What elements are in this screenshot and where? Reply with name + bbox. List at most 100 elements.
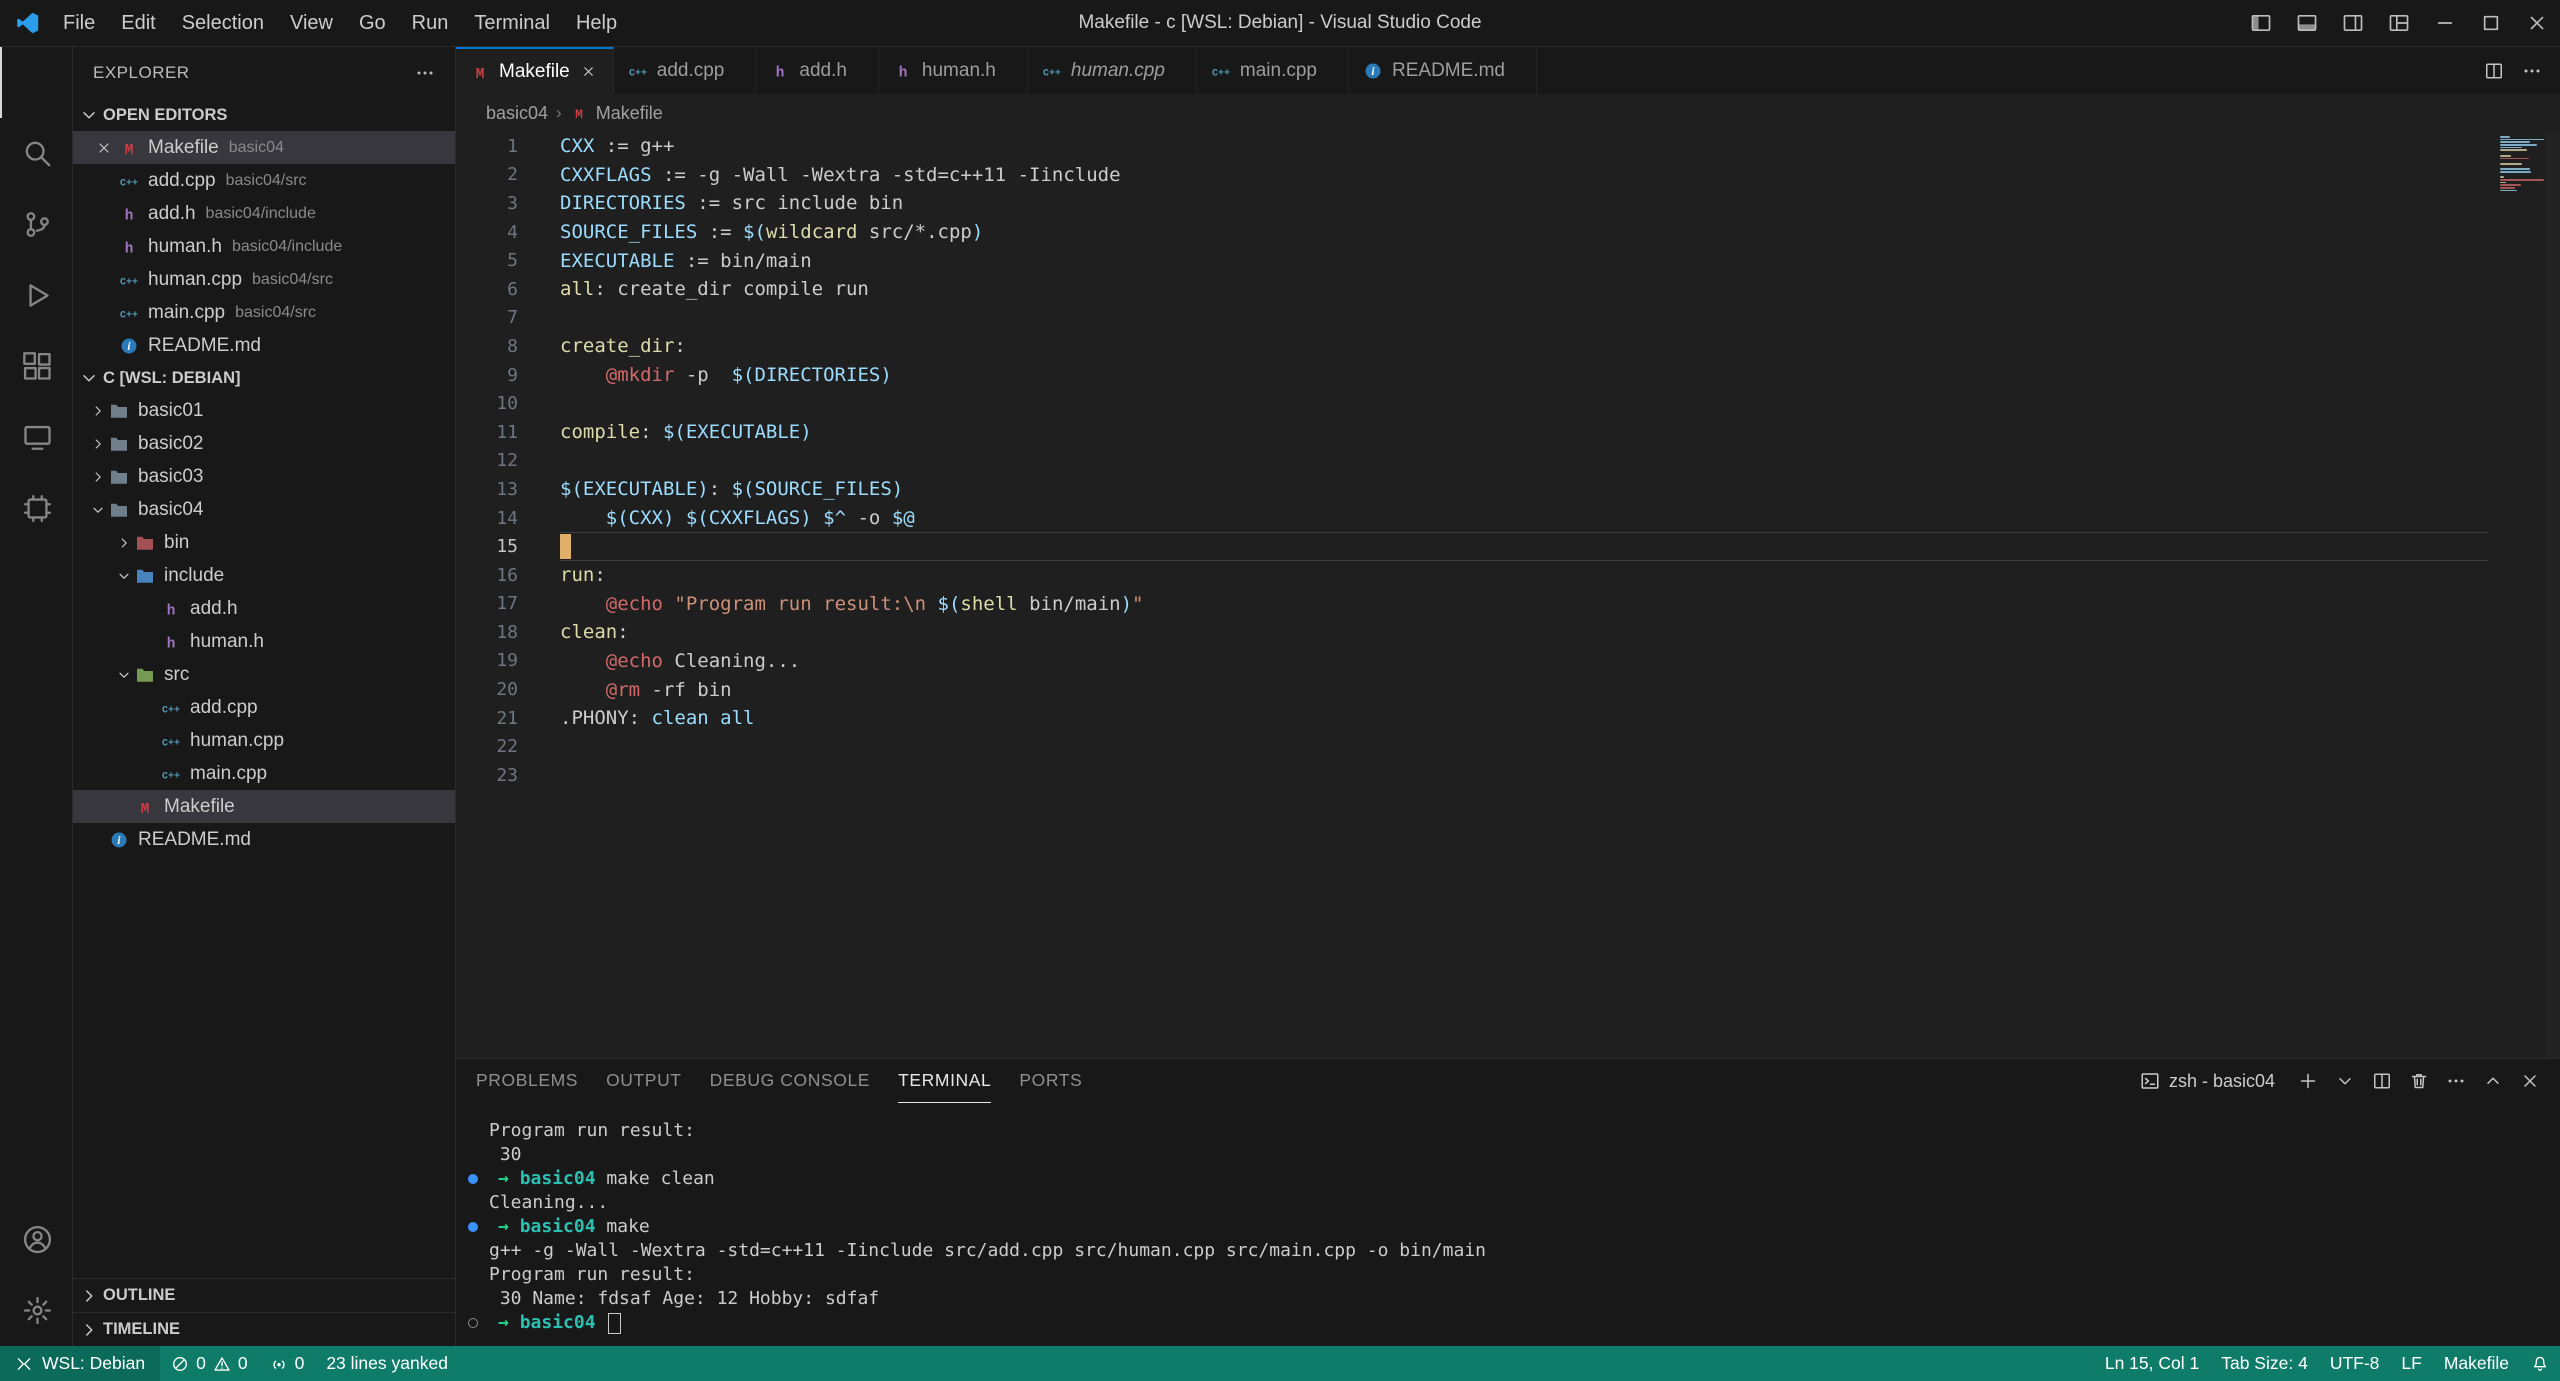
code-line-8[interactable]: 8create_dir:: [456, 332, 2560, 361]
command-decoration-icon[interactable]: [468, 1174, 478, 1184]
tab-add.cpp[interactable]: C++add.cpp: [614, 47, 757, 94]
split-editor-icon[interactable]: [2484, 61, 2504, 81]
tree-item-main.cpp[interactable]: C++main.cpp: [73, 757, 455, 790]
panel-tab-terminal[interactable]: TERMINAL: [898, 1059, 991, 1103]
menu-run[interactable]: Run: [399, 0, 462, 46]
customize-layout-button[interactable]: [2376, 0, 2422, 46]
close-tab-button[interactable]: [579, 62, 599, 82]
tab-add.h[interactable]: hadd.h: [756, 47, 879, 94]
menu-help[interactable]: Help: [563, 0, 630, 46]
status-language-mode[interactable]: Makefile: [2433, 1346, 2520, 1381]
breadcrumb-item[interactable]: Makefile: [596, 103, 663, 124]
activity-remote-explorer[interactable]: [0, 402, 72, 473]
tree-item-readme.md[interactable]: iREADME.md: [73, 823, 455, 856]
code-line-4[interactable]: 4SOURCE_FILES := $(wildcard src/*.cpp): [456, 218, 2560, 247]
open-editor-item[interactable]: iREADME.md: [73, 329, 455, 362]
open-editor-item[interactable]: MMakefilebasic04: [73, 131, 455, 164]
activity-search[interactable]: [0, 118, 72, 189]
open-editor-item[interactable]: C++add.cppbasic04/src: [73, 164, 455, 197]
launch-profile-button[interactable]: [2335, 1071, 2355, 1091]
activity-accounts[interactable]: [0, 1204, 72, 1275]
activity-extensions[interactable]: [0, 331, 72, 402]
open-editor-item[interactable]: hadd.hbasic04/include: [73, 197, 455, 230]
tab-readme.md[interactable]: iREADME.md: [1349, 47, 1537, 94]
tree-item-src[interactable]: src: [73, 658, 455, 691]
code-line-5[interactable]: 5EXECUTABLE := bin/main: [456, 246, 2560, 275]
tab-human.cpp[interactable]: C++human.cpp: [1028, 47, 1197, 94]
breadcrumb-item[interactable]: basic04: [486, 103, 548, 124]
tree-collapse-icon[interactable]: [87, 502, 109, 518]
close-panel-button[interactable]: [2520, 1071, 2540, 1091]
remote-indicator[interactable]: WSL: Debian: [0, 1346, 160, 1381]
explorer-more-actions-icon[interactable]: [415, 63, 435, 83]
menu-selection[interactable]: Selection: [169, 0, 277, 46]
command-decoration-icon[interactable]: [468, 1222, 478, 1232]
open-editors-header[interactable]: OPEN EDITORS: [73, 99, 455, 131]
code-line-18[interactable]: 18clean:: [456, 618, 2560, 647]
tree-item-bin[interactable]: bin: [73, 526, 455, 559]
tree-expand-icon[interactable]: [87, 403, 109, 419]
status-eol[interactable]: LF: [2390, 1346, 2432, 1381]
status-notifications[interactable]: [2520, 1346, 2560, 1381]
menu-file[interactable]: File: [50, 0, 108, 46]
code-line-22[interactable]: 22: [456, 732, 2560, 761]
tree-item-human.h[interactable]: hhuman.h: [73, 625, 455, 658]
activity-explorer[interactable]: [0, 47, 72, 118]
code-line-7[interactable]: 7: [456, 304, 2560, 333]
tree-expand-icon[interactable]: [87, 436, 109, 452]
tree-item-basic04[interactable]: basic04: [73, 493, 455, 526]
code-line-16[interactable]: 16run:: [456, 561, 2560, 590]
code-line-15[interactable]: 15: [456, 532, 2560, 561]
timeline-pane-header[interactable]: TIMELINE: [73, 1312, 455, 1346]
terminal-shell-selector[interactable]: zsh - basic04: [2140, 1071, 2275, 1092]
command-pending-icon[interactable]: [468, 1318, 478, 1328]
new-terminal-button[interactable]: [2298, 1071, 2318, 1091]
tree-item-basic02[interactable]: basic02: [73, 427, 455, 460]
tree-item-basic01[interactable]: basic01: [73, 394, 455, 427]
menu-view[interactable]: View: [277, 0, 346, 46]
status-indentation[interactable]: Tab Size: 4: [2210, 1346, 2319, 1381]
code-line-19[interactable]: 19 @echo Cleaning...: [456, 647, 2560, 676]
toggle-primary-sidebar-button[interactable]: [2238, 0, 2284, 46]
code-line-23[interactable]: 23: [456, 761, 2560, 790]
workspace-header[interactable]: C [WSL: DEBIAN]: [73, 362, 455, 394]
code-line-1[interactable]: 1CXX := g++: [456, 132, 2560, 161]
tab-human.h[interactable]: hhuman.h: [879, 47, 1028, 94]
menu-terminal[interactable]: Terminal: [461, 0, 563, 46]
panel-tab-output[interactable]: OUTPUT: [606, 1059, 682, 1103]
tree-item-add.h[interactable]: hadd.h: [73, 592, 455, 625]
menu-go[interactable]: Go: [346, 0, 399, 46]
tree-collapse-icon[interactable]: [113, 568, 135, 584]
close-editor-slot[interactable]: [89, 140, 119, 156]
open-editor-item[interactable]: hhuman.hbasic04/include: [73, 230, 455, 263]
editor-scrollbar[interactable]: [2546, 132, 2560, 1058]
close-icon[interactable]: [96, 140, 112, 156]
editor-more-actions-icon[interactable]: [2522, 61, 2542, 81]
code-line-20[interactable]: 20 @rm -rf bin: [456, 675, 2560, 704]
code-line-13[interactable]: 13$(EXECUTABLE): $(SOURCE_FILES): [456, 475, 2560, 504]
terminal[interactable]: Program run result: 30→ basic04 make cle…: [456, 1103, 2560, 1346]
open-editor-item[interactable]: C++main.cppbasic04/src: [73, 296, 455, 329]
tree-item-human.cpp[interactable]: C++human.cpp: [73, 724, 455, 757]
open-editor-item[interactable]: C++human.cppbasic04/src: [73, 263, 455, 296]
tree-item-include[interactable]: include: [73, 559, 455, 592]
code-line-17[interactable]: 17 @echo "Program run result:\n $(shell …: [456, 590, 2560, 619]
tab-main.cpp[interactable]: C++main.cpp: [1197, 47, 1349, 94]
code-line-12[interactable]: 12: [456, 447, 2560, 476]
tree-item-add.cpp[interactable]: C++add.cpp: [73, 691, 455, 724]
toggle-panel-button[interactable]: [2284, 0, 2330, 46]
tree-expand-icon[interactable]: [87, 469, 109, 485]
code-line-9[interactable]: 9 @mkdir -p $(DIRECTORIES): [456, 361, 2560, 390]
minimap[interactable]: [2500, 136, 2546, 198]
tree-collapse-icon[interactable]: [113, 667, 135, 683]
tree-item-makefile[interactable]: MMakefile: [73, 790, 455, 823]
code-line-21[interactable]: 21.PHONY: clean all: [456, 704, 2560, 733]
kill-terminal-button[interactable]: [2409, 1071, 2429, 1091]
maximize-panel-button[interactable]: [2483, 1071, 2503, 1091]
panel-tab-ports[interactable]: PORTS: [1019, 1059, 1082, 1103]
code-line-11[interactable]: 11compile: $(EXECUTABLE): [456, 418, 2560, 447]
activity-source-control[interactable]: [0, 189, 72, 260]
panel-tab-debug-console[interactable]: DEBUG CONSOLE: [710, 1059, 870, 1103]
window-close-button[interactable]: [2514, 0, 2560, 46]
code-line-2[interactable]: 2CXXFLAGS := -g -Wall -Wextra -std=c++11…: [456, 161, 2560, 190]
